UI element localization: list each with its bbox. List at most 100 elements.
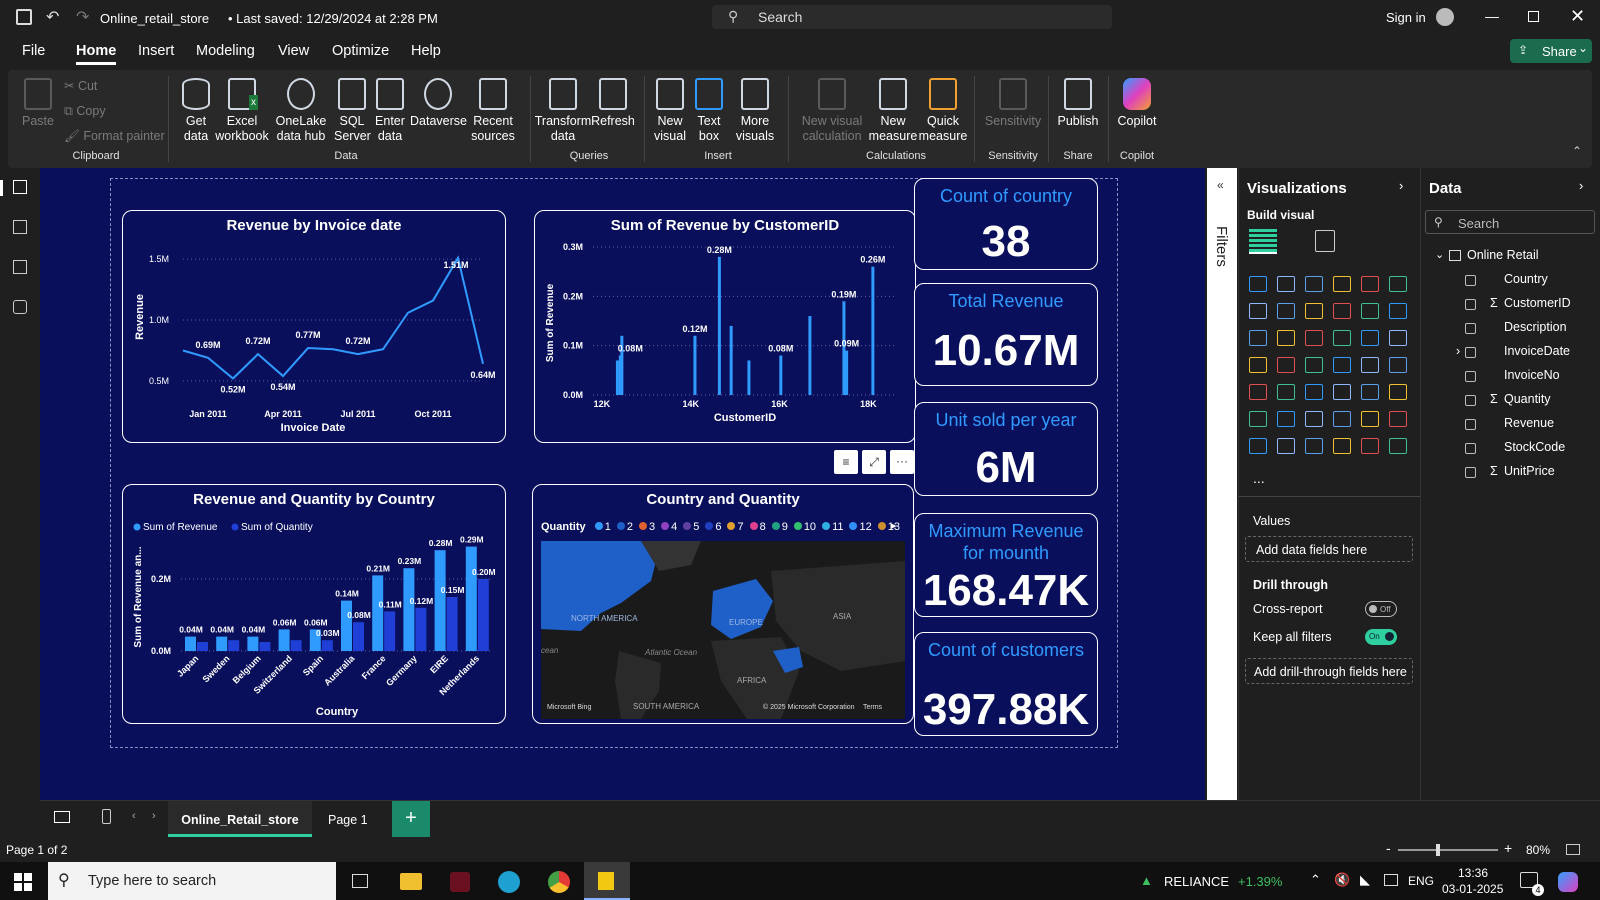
world-map[interactable]: NORTH AMERICA EUROPE ASIA AFRICA SOUTH A…	[541, 541, 905, 719]
menu-insert[interactable]: Insert	[138, 43, 174, 59]
model-view-icon[interactable]	[13, 260, 27, 274]
search-box[interactable]: ⚲ Search	[712, 5, 1112, 29]
visual-type-icon[interactable]	[1277, 384, 1295, 400]
visual-type-icon[interactable]	[1305, 330, 1323, 346]
kpi-count-country[interactable]: Count of country 38	[914, 178, 1098, 270]
tab-online-retail-store[interactable]: Online_Retail_store	[168, 801, 312, 837]
menu-file[interactable]: File	[22, 43, 45, 59]
stock-name[interactable]: RELIANCE	[1164, 874, 1229, 889]
menu-modeling[interactable]: Modeling	[196, 43, 255, 59]
menu-optimize[interactable]: Optimize	[332, 43, 389, 59]
field-stockcode[interactable]: StockCode	[1504, 440, 1565, 454]
dataverse-button[interactable]: Dataverse	[410, 78, 467, 129]
menu-home[interactable]: Home	[76, 43, 116, 59]
visual-type-icon[interactable]	[1389, 357, 1407, 373]
zoom-level[interactable]: 80%	[1526, 843, 1550, 857]
sign-in-link[interactable]: Sign in	[1386, 10, 1426, 25]
language-indicator[interactable]: ENG	[1408, 874, 1434, 888]
sensitivity-button[interactable]: Sensitivity	[980, 78, 1046, 129]
visual-type-icon[interactable]	[1389, 411, 1407, 427]
new-measure-button[interactable]: New measure	[868, 78, 918, 144]
visual-type-icon[interactable]	[1333, 384, 1351, 400]
visual-type-icon[interactable]	[1333, 357, 1351, 373]
field-revenue[interactable]: Revenue	[1504, 416, 1554, 430]
add-data-fields-drop[interactable]: Add data fields here	[1245, 536, 1413, 562]
filters-pane-collapsed[interactable]: « Filters	[1207, 168, 1237, 800]
visual-type-icon[interactable]	[1305, 438, 1323, 454]
more-visuals-ellipsis[interactable]: ...	[1253, 470, 1265, 486]
visual-type-icon[interactable]	[1361, 357, 1379, 373]
refresh-button[interactable]: Refresh	[590, 78, 636, 129]
visual-type-icon[interactable]	[1249, 330, 1267, 346]
powerbi-taskbar-icon[interactable]	[584, 862, 630, 900]
kpi-count-customers[interactable]: Count of customers 397.88K	[914, 632, 1098, 736]
file-explorer-icon[interactable]	[400, 873, 422, 890]
visual-type-icon[interactable]	[1277, 303, 1295, 319]
focus-mode-icon[interactable]: ⤢	[862, 450, 886, 474]
revenue-by-customer-card[interactable]: Sum of Revenue by CustomerID 0.0M 0.1M 0.2…	[534, 210, 916, 443]
build-visual-tab[interactable]	[1249, 228, 1277, 254]
field-checkbox[interactable]	[1465, 467, 1476, 478]
visual-type-icon[interactable]	[1361, 303, 1379, 319]
get-data-button[interactable]: Get data	[174, 78, 218, 144]
visual-type-icon[interactable]	[1277, 411, 1295, 427]
visual-type-icon[interactable]	[1249, 303, 1267, 319]
visual-type-icon[interactable]	[1333, 276, 1351, 292]
chevron-down-icon[interactable]: ⌄	[400, 9, 409, 22]
visual-type-icon[interactable]	[1277, 357, 1295, 373]
report-view-icon[interactable]	[0, 180, 3, 196]
paste-button[interactable]: Paste	[20, 78, 56, 129]
visual-type-icon[interactable]	[1389, 303, 1407, 319]
field-checkbox[interactable]	[1465, 419, 1476, 430]
field-checkbox[interactable]	[1465, 299, 1476, 310]
sql-server-button[interactable]: SQL Server	[334, 78, 371, 144]
app-icon[interactable]	[450, 872, 470, 892]
tab-page-1[interactable]: Page 1	[328, 813, 368, 827]
taskbar-search[interactable]: ⚲ Type here to search	[48, 862, 336, 900]
cut-button[interactable]: ✂ Cut	[64, 78, 97, 93]
save-icon[interactable]	[16, 9, 32, 25]
menu-help[interactable]: Help	[411, 43, 441, 59]
field-unitprice[interactable]: UnitPrice	[1504, 464, 1555, 478]
task-view-icon[interactable]	[352, 874, 368, 888]
clock-date[interactable]: 03-01-2025	[1442, 882, 1503, 896]
new-visual-calc-button[interactable]: New visual calculation	[794, 78, 870, 144]
visual-type-icon[interactable]	[1277, 438, 1295, 454]
excel-workbook-button[interactable]: x Excel workbook	[214, 78, 270, 144]
field-customerid[interactable]: CustomerID	[1504, 296, 1571, 310]
map-card[interactable]: Country and Quantity Quantity 1234567891…	[532, 484, 914, 724]
publish-button[interactable]: Publish	[1054, 78, 1102, 129]
visual-type-icon[interactable]	[1361, 384, 1379, 400]
kpi-unit-sold[interactable]: Unit sold per year 6M	[914, 402, 1098, 496]
visual-type-icon[interactable]	[1305, 411, 1323, 427]
mobile-layout-icon[interactable]	[102, 809, 111, 824]
prev-page-icon[interactable]: ‹	[132, 810, 136, 822]
menu-view[interactable]: View	[278, 43, 309, 59]
visual-type-icon[interactable]	[1361, 276, 1379, 292]
field-invoiceno[interactable]: InvoiceNo	[1504, 368, 1560, 382]
clock-time[interactable]: 13:36	[1458, 866, 1488, 880]
collapse-data-icon[interactable]: ›	[1579, 178, 1583, 193]
cross-report-toggle[interactable]: Off	[1365, 601, 1397, 617]
collapse-viz-icon[interactable]: ›	[1399, 178, 1403, 193]
field-quantity[interactable]: Quantity	[1504, 392, 1551, 406]
revenue-qty-country-card[interactable]: Revenue and Quantity by Country Sum of R…	[122, 484, 506, 724]
quick-measure-button[interactable]: Quick measure	[918, 78, 968, 144]
edge-icon[interactable]	[498, 871, 520, 893]
visual-type-icon[interactable]	[1333, 330, 1351, 346]
visual-type-icon[interactable]	[1305, 276, 1323, 292]
minimize-icon[interactable]: —	[1485, 8, 1499, 24]
field-invoicedate[interactable]: InvoiceDate	[1504, 344, 1570, 358]
windows-start-icon[interactable]	[14, 873, 32, 891]
table-name[interactable]: Online Retail	[1467, 248, 1539, 262]
onelake-button[interactable]: OneLake data hub	[270, 78, 332, 144]
field-checkbox[interactable]	[1465, 443, 1476, 454]
add-drill-through-drop[interactable]: Add drill-through fields here	[1245, 658, 1413, 684]
undo-icon[interactable]: ↶	[46, 7, 59, 27]
keep-filters-toggle[interactable]: On	[1365, 629, 1397, 645]
enter-data-button[interactable]: Enter data	[372, 78, 408, 144]
collapse-ribbon-icon[interactable]: ⌃	[1572, 144, 1582, 158]
field-checkbox[interactable]	[1465, 323, 1476, 334]
field-checkbox[interactable]	[1465, 395, 1476, 406]
visual-type-icon[interactable]	[1249, 276, 1267, 292]
